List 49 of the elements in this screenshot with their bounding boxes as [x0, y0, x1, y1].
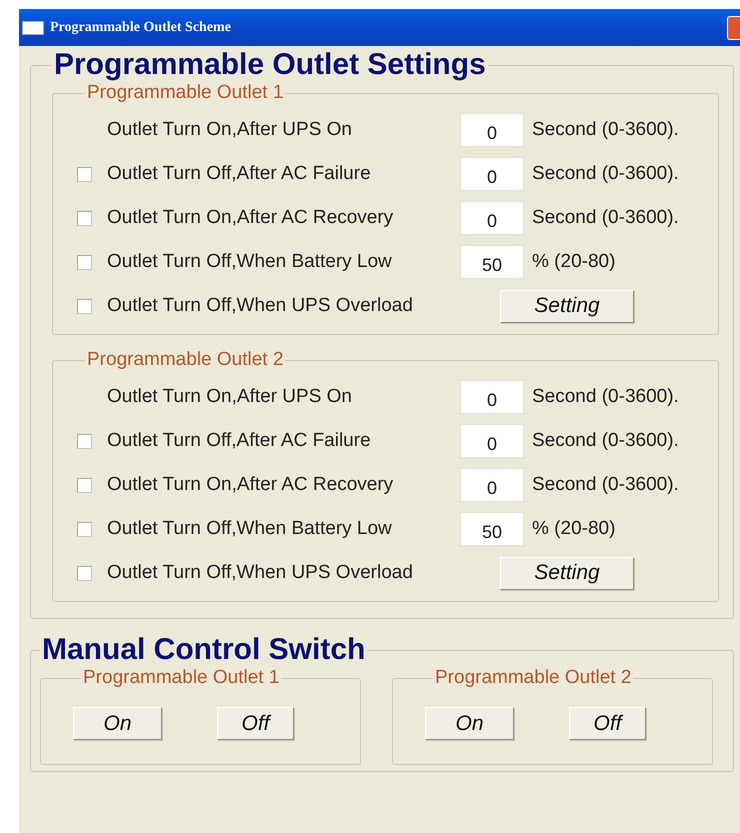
option-label: Outlet Turn On,After AC Recovery [107, 207, 394, 229]
setting-button[interactable]: Setting [500, 556, 634, 590]
switch-button[interactable]: On [425, 707, 514, 740]
section-title: Programmable Outlet Settings [53, 48, 487, 82]
option-label: Outlet Turn Off,When Battery Low [107, 251, 393, 273]
input-field[interactable]: 0 [460, 380, 524, 414]
option-label: Outlet Turn On,After UPS On [107, 119, 353, 141]
group-title: Programmable Outlet 2 [434, 667, 632, 689]
switch-button[interactable]: On [73, 707, 162, 740]
setting-button[interactable]: Setting [500, 290, 634, 322]
option-label: Outlet Turn Off,After AC Failure [107, 163, 372, 185]
input-field[interactable]: 0 [460, 424, 524, 458]
checkbox[interactable] [77, 522, 92, 536]
window-title: Programmable Outlet Scheme [50, 20, 231, 36]
checkbox[interactable] [77, 478, 92, 492]
unit-label: Second (0-3600). [532, 430, 679, 452]
unit-label: Second (0-3600). [532, 386, 679, 408]
option-label: Outlet Turn Off,When UPS Overload [107, 295, 414, 317]
input-field[interactable]: 0 [460, 157, 524, 191]
option-label: Outlet Turn Off,When Battery Low [107, 518, 393, 540]
window-icon [22, 20, 44, 34]
group-title: Programmable Outlet 1 [82, 667, 280, 689]
input-field[interactable]: 50 [460, 512, 524, 546]
unit-label: Second (0-3600). [532, 163, 679, 185]
input-field[interactable]: 0 [460, 468, 524, 502]
unit-label: Second (0-3600). [532, 119, 679, 141]
checkbox[interactable] [77, 210, 92, 226]
unit-label: % (20-80) [532, 518, 616, 540]
input-field[interactable]: 50 [460, 245, 524, 279]
option-label: Outlet Turn Off,When UPS Overload [107, 562, 414, 584]
unit-label: Second (0-3600). [532, 474, 679, 496]
checkbox[interactable] [77, 254, 92, 270]
checkbox[interactable] [77, 166, 92, 182]
option-label: Outlet Turn Off,After AC Failure [107, 430, 372, 452]
input-field[interactable]: 0 [460, 113, 524, 147]
unit-label: Second (0-3600). [532, 207, 679, 229]
section-title: Manual Control Switch [41, 633, 366, 667]
option-label: Outlet Turn On,After AC Recovery [107, 474, 394, 496]
switch-button[interactable]: Off [217, 707, 294, 740]
checkbox[interactable] [77, 566, 92, 580]
switch-button[interactable]: Off [569, 707, 646, 740]
unit-label: % (20-80) [532, 251, 616, 273]
checkbox[interactable] [77, 434, 92, 448]
group-title: Programmable Outlet 1 [86, 82, 284, 104]
input-field[interactable]: 0 [460, 201, 524, 235]
close-button[interactable] [727, 16, 740, 40]
group-title: Programmable Outlet 2 [86, 349, 284, 371]
checkbox[interactable] [77, 298, 92, 314]
option-label: Outlet Turn On,After UPS On [107, 386, 353, 408]
